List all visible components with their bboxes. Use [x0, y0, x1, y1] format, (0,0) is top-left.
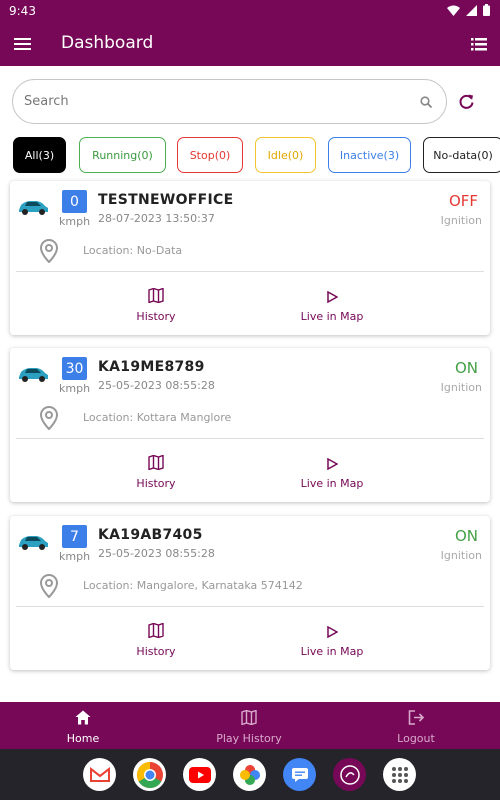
car-icon — [19, 536, 48, 550]
history-button[interactable]: History — [96, 622, 216, 658]
history-label: History — [136, 645, 176, 658]
search-placeholder: Search — [24, 94, 69, 109]
speed-badge: 0 — [62, 190, 87, 213]
nav-logout-label: Logout — [397, 732, 435, 745]
live-in-map-label: Live in Map — [300, 477, 364, 490]
nav-logout[interactable]: Logout — [356, 710, 476, 745]
history-label: History — [136, 310, 176, 323]
chrome-icon[interactable] — [133, 758, 166, 791]
card-divider — [16, 606, 484, 607]
nav-play-history[interactable]: Play History — [189, 709, 309, 745]
live-in-map-label: Live in Map — [300, 645, 364, 658]
speed-badge: 7 — [62, 525, 87, 548]
ignition-status: ON — [454, 359, 478, 377]
status-time: 9:43 — [9, 4, 36, 18]
live-in-map-label: Live in Map — [300, 310, 364, 323]
map-icon — [148, 454, 164, 471]
status-icons — [447, 4, 490, 16]
car-icon — [19, 368, 48, 382]
bottom-navigation: Home Play History Logout — [0, 702, 500, 749]
speed-unit: kmph — [59, 382, 91, 395]
filter-idle[interactable]: Idle(0) — [255, 137, 316, 173]
live-in-map-button[interactable]: Live in Map — [272, 288, 392, 323]
play-icon — [327, 290, 339, 304]
search-icon[interactable] — [420, 96, 432, 108]
filter-inactive[interactable]: Inactive(3) — [328, 137, 411, 173]
live-in-map-button[interactable]: Live in Map — [272, 623, 392, 658]
menu-icon[interactable] — [14, 35, 34, 53]
speed-badge: 30 — [62, 357, 87, 380]
map-icon — [241, 709, 257, 726]
vehicle-timestamp: 25-05-2023 08:55:28 — [98, 547, 215, 560]
messages-icon[interactable] — [283, 758, 316, 791]
youtube-icon[interactable] — [183, 758, 216, 791]
filter-all[interactable]: All(3) — [13, 137, 66, 173]
status-bar: 9:43 — [0, 0, 500, 22]
speed-unit: kmph — [59, 215, 91, 228]
history-button[interactable]: History — [96, 287, 216, 323]
speed-unit: kmph — [59, 550, 91, 563]
system-dock — [0, 749, 500, 800]
list-view-icon[interactable] — [470, 36, 488, 52]
nav-play-history-label: Play History — [216, 732, 282, 745]
vehicle-location: Location: No-Data — [83, 244, 183, 257]
ignition-label: Ignition — [440, 214, 482, 227]
vehicle-card[interactable]: 7 kmph KA19AB7405 25-05-2023 08:55:28 ON… — [10, 516, 490, 670]
filter-no-data[interactable]: No-data(0) — [423, 137, 500, 173]
history-label: History — [136, 477, 176, 490]
filter-chips: All(3) Running(0) Stop(0) Idle(0) Inacti… — [13, 137, 500, 174]
app-bar: Dashboard — [0, 22, 500, 66]
car-icon — [19, 201, 48, 215]
vehicle-name: KA19ME8789 — [98, 359, 205, 375]
app-drawer-icon[interactable] — [383, 758, 416, 791]
vehicle-timestamp: 25-05-2023 08:55:28 — [98, 379, 215, 392]
wifi-icon — [447, 5, 460, 16]
vehicle-location: Location: Mangalore, Karnataka 574142 — [83, 579, 303, 592]
card-divider — [16, 271, 484, 272]
vehicle-card[interactable]: 0 kmph TESTNEWOFFICE 28-07-2023 13:50:37… — [10, 181, 490, 335]
live-in-map-button[interactable]: Live in Map — [272, 455, 392, 490]
search-input[interactable]: Search — [12, 79, 447, 124]
location-pin-icon — [40, 574, 58, 598]
location-pin-icon — [40, 239, 58, 263]
logout-icon — [408, 710, 424, 725]
gmail-icon[interactable] — [83, 758, 116, 791]
ignition-label: Ignition — [440, 549, 482, 562]
page-title: Dashboard — [61, 33, 154, 53]
vehicle-name: TESTNEWOFFICE — [98, 192, 234, 208]
play-icon — [327, 625, 339, 639]
map-icon — [148, 622, 164, 639]
play-icon — [327, 457, 339, 471]
card-divider — [16, 438, 484, 439]
ignition-label: Ignition — [440, 381, 482, 394]
vehicle-card[interactable]: 30 kmph KA19ME8789 25-05-2023 08:55:28 O… — [10, 348, 490, 502]
ignition-status: ON — [454, 527, 478, 545]
vehicle-location: Location: Kottara Manglore — [83, 411, 232, 424]
battery-icon — [483, 4, 490, 16]
nav-home-label: Home — [66, 732, 100, 745]
map-icon — [148, 287, 164, 304]
home-icon — [75, 710, 91, 725]
history-button[interactable]: History — [96, 454, 216, 490]
tracking-app-icon[interactable] — [333, 758, 366, 791]
nav-home[interactable]: Home — [23, 710, 143, 745]
location-pin-icon — [40, 406, 58, 430]
vehicle-name: KA19AB7405 — [98, 527, 203, 543]
ignition-status: OFF — [448, 192, 478, 210]
filter-running[interactable]: Running(0) — [79, 137, 166, 173]
filter-stop[interactable]: Stop(0) — [177, 137, 243, 173]
refresh-icon[interactable] — [458, 93, 475, 110]
vehicle-timestamp: 28-07-2023 13:50:37 — [98, 212, 215, 225]
photos-icon[interactable] — [233, 758, 266, 791]
signal-icon — [466, 4, 477, 16]
